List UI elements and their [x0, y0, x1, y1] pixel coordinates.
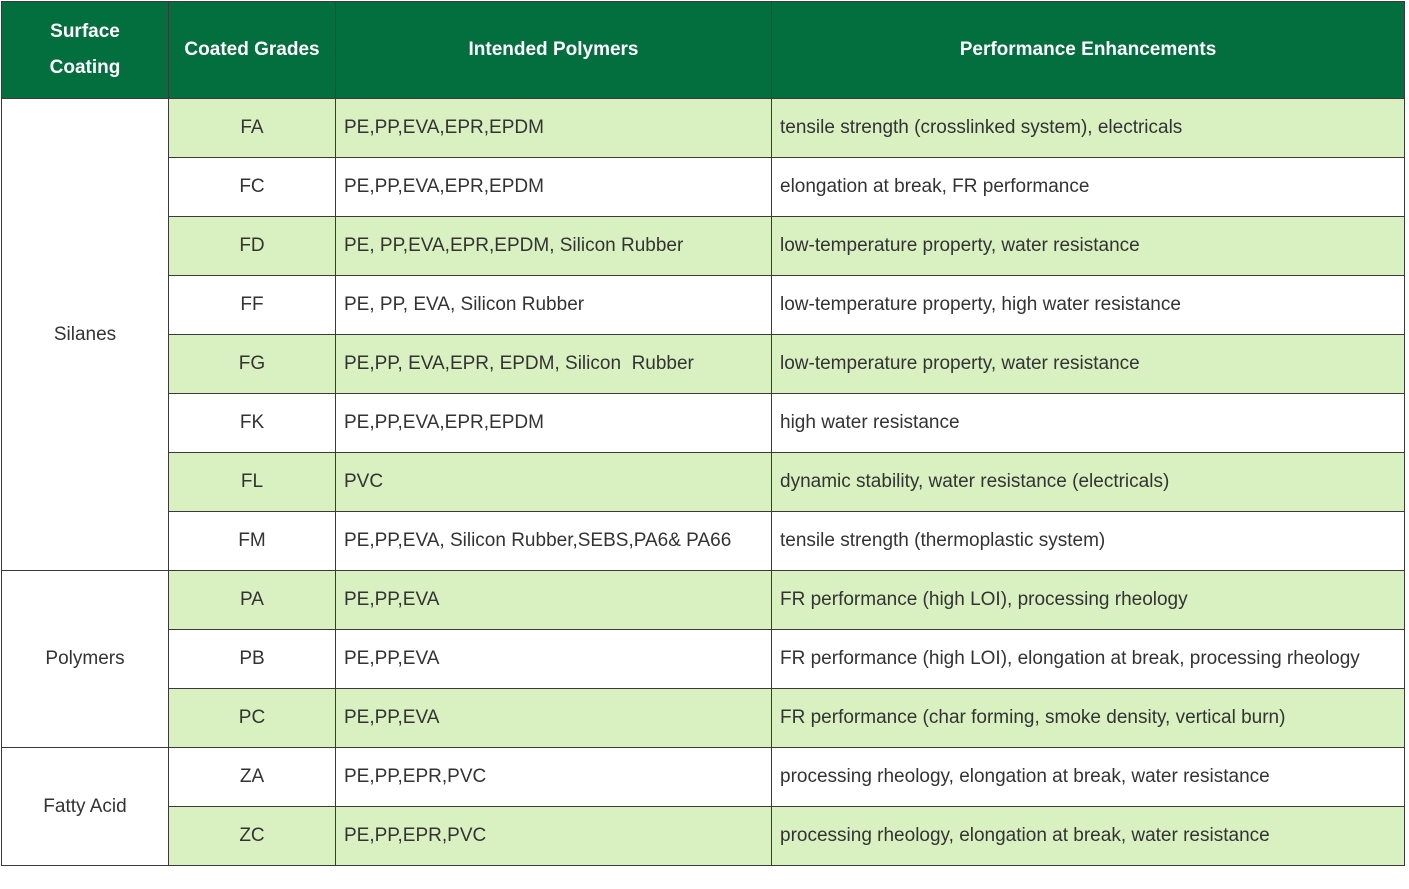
table-row: FD PE, PP,EVA,EPR,EPDM, Silicon Rubber l…	[2, 216, 1405, 276]
table-row: ZC PE,PP,EPR,PVC processing rheology, el…	[2, 806, 1405, 866]
grade-cell: FM	[168, 511, 336, 571]
table-row: FK PE,PP,EVA,EPR,EPDM high water resista…	[2, 393, 1405, 453]
polymers-cell: PE,PP,EPR,PVC	[335, 747, 772, 807]
enhancements-cell: FR performance (char forming, smoke dens…	[771, 688, 1405, 748]
grade-cell: FA	[168, 98, 336, 158]
polymers-cell: PE,PP,EVA	[335, 688, 772, 748]
table-row: Fatty Acid ZA PE,PP,EPR,PVC processing r…	[1, 747, 1405, 866]
table-row: PB PE,PP,EVA FR performance (high LOI), …	[2, 629, 1405, 689]
header-surface-coating: Surface Coating	[1, 1, 169, 99]
polymers-cell: PE,PP,EVA, Silicon Rubber,SEBS,PA6& PA66	[335, 511, 772, 571]
grade-cell: ZC	[168, 806, 336, 866]
polymers-cell: PE,PP,EVA,EPR,EPDM	[335, 393, 772, 453]
coating-grades-table: Surface Coating Coated Grades Intended P…	[1, 1, 1405, 866]
polymers-cell: PE, PP,EVA,EPR,EPDM, Silicon Rubber	[335, 216, 772, 276]
grade-cell: PB	[168, 629, 336, 689]
enhancements-cell: dynamic stability, water resistance (ele…	[771, 452, 1405, 512]
enhancements-cell: high water resistance	[771, 393, 1405, 453]
table-row: Silanes FA PE,PP,EVA,EPR,EPDM tensile st…	[1, 98, 1405, 571]
grade-cell: FC	[168, 157, 336, 217]
header-coated-grades: Coated Grades	[168, 1, 336, 99]
grade-cell: FK	[168, 393, 336, 453]
polymers-cell: PE,PP,EVA	[335, 570, 772, 630]
table-row: FC PE,PP,EVA,EPR,EPDM elongation at brea…	[2, 157, 1405, 217]
enhancements-cell: processing rheology, elongation at break…	[771, 806, 1405, 866]
header-performance-enhancements: Performance Enhancements	[771, 1, 1405, 99]
table-row: PC PE,PP,EVA FR performance (char formin…	[2, 688, 1405, 748]
group-cell-fatty-acid: Fatty Acid	[1, 747, 169, 866]
grade-cell: FF	[168, 275, 336, 335]
table-row: Polymers PA PE,PP,EVA FR performance (hi…	[1, 570, 1405, 748]
group-cell-polymers: Polymers	[1, 570, 169, 748]
polymers-cell: PE,PP,EVA	[335, 629, 772, 689]
grade-cell: ZA	[168, 747, 336, 807]
enhancements-cell: low-temperature property, high water res…	[771, 275, 1405, 335]
enhancements-cell: processing rheology, elongation at break…	[771, 747, 1405, 807]
table-row: FL PVC dynamic stability, water resistan…	[2, 452, 1405, 512]
polymers-cell: PE,PP,EPR,PVC	[335, 806, 772, 866]
enhancements-cell: FR performance (high LOI), processing rh…	[771, 570, 1405, 630]
enhancements-cell: tensile strength (crosslinked system), e…	[771, 98, 1405, 158]
enhancements-cell: low-temperature property, water resistan…	[771, 216, 1405, 276]
enhancements-cell: tensile strength (thermoplastic system)	[771, 511, 1405, 571]
table-row: FF PE, PP, EVA, Silicon Rubber low-tempe…	[2, 275, 1405, 335]
enhancements-cell: elongation at break, FR performance	[771, 157, 1405, 217]
grade-cell: PA	[168, 570, 336, 630]
grade-cell: FD	[168, 216, 336, 276]
polymers-cell: PE,PP, EVA,EPR, EPDM, Silicon Rubber	[335, 334, 772, 394]
polymers-cell: PE, PP, EVA, Silicon Rubber	[335, 275, 772, 335]
enhancements-cell: FR performance (high LOI), elongation at…	[771, 629, 1405, 689]
group-cell-silanes: Silanes	[1, 98, 169, 571]
table-row: FM PE,PP,EVA, Silicon Rubber,SEBS,PA6& P…	[2, 511, 1405, 571]
grade-cell: PC	[168, 688, 336, 748]
grade-cell: FG	[168, 334, 336, 394]
polymers-cell: PE,PP,EVA,EPR,EPDM	[335, 157, 772, 217]
enhancements-cell: low-temperature property, water resistan…	[771, 334, 1405, 394]
header-row: Surface Coating Coated Grades Intended P…	[1, 1, 1405, 99]
header-intended-polymers: Intended Polymers	[335, 1, 772, 99]
grade-cell: FL	[168, 452, 336, 512]
table-row: FG PE,PP, EVA,EPR, EPDM, Silicon Rubber …	[2, 334, 1405, 394]
polymers-cell: PE,PP,EVA,EPR,EPDM	[335, 98, 772, 158]
polymers-cell: PVC	[335, 452, 772, 512]
